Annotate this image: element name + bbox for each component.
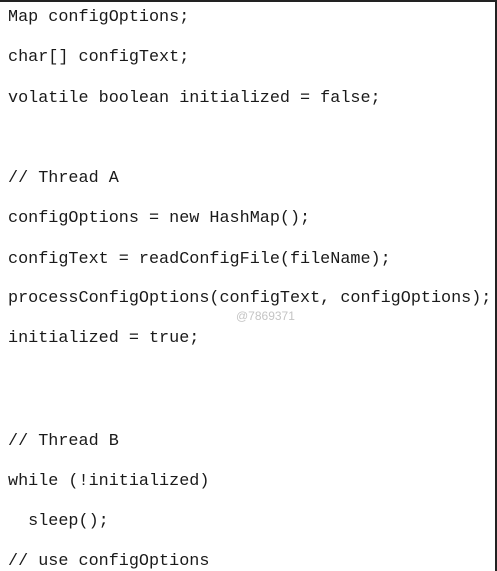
code-line: initialized = true;: [8, 329, 200, 348]
code-snippet: Map configOptions; char[] configText; vo…: [0, 0, 497, 571]
code-line: volatile boolean initialized = false;: [8, 89, 381, 108]
code-line: char[] configText;: [8, 48, 190, 67]
code-line: sleep();: [8, 512, 109, 531]
code-line: processConfigOptions(configText, configO…: [8, 289, 492, 308]
code-line: Map configOptions;: [8, 8, 190, 27]
code-comment: // Thread A: [8, 169, 119, 188]
code-line: configText = readConfigFile(fileName);: [8, 250, 391, 269]
code-line: configOptions = new HashMap();: [8, 209, 311, 228]
code-line: while (!initialized): [8, 472, 210, 491]
watermark: @7869371: [236, 309, 295, 323]
code-comment: // use configOptions: [8, 552, 210, 571]
code-comment: // Thread B: [8, 432, 119, 451]
